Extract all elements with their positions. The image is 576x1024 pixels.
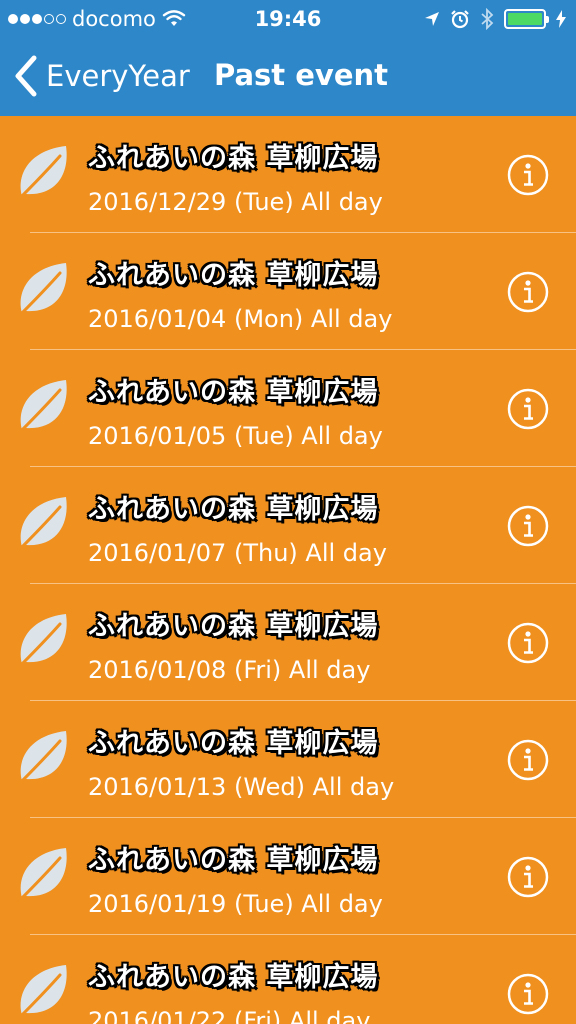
status-bar: docomo 19:46 <box>0 0 576 40</box>
leaf-icon <box>16 846 72 904</box>
bluetooth-icon <box>481 8 494 30</box>
event-list: ふれあいの森 草柳広場 2016/12/29 (Tue) All day ふれあいの… <box>0 116 576 1024</box>
event-title: ふれあいの森 草柳広場 <box>88 143 379 174</box>
chevron-left-icon <box>15 55 37 97</box>
page-title: Past event <box>214 58 389 92</box>
back-label: EveryYear <box>46 59 190 93</box>
event-list-row[interactable]: ふれあいの森 草柳広場 2016/01/04 (Mon) All day <box>0 233 576 350</box>
leaf-icon <box>16 729 72 787</box>
event-title: ふれあいの森 草柳広場 <box>88 845 379 876</box>
event-title: ふれあいの森 草柳広場 <box>88 260 379 291</box>
event-date: 2016/01/13 (Wed) All day <box>88 773 395 801</box>
event-date: 2016/01/07 (Thu) All day <box>88 539 387 567</box>
leaf-icon <box>16 612 72 670</box>
leaf-icon <box>16 963 72 1021</box>
info-icon[interactable] <box>507 505 549 547</box>
event-list-row[interactable]: ふれあいの森 草柳広場 2016/01/07 (Thu) All day <box>0 467 576 584</box>
event-list-row[interactable]: ふれあいの森 草柳広場 2016/01/13 (Wed) All day <box>0 701 576 818</box>
event-date: 2016/01/05 (Tue) All day <box>88 422 383 450</box>
info-icon[interactable] <box>507 856 549 898</box>
event-date: 2016/01/08 (Fri) All day <box>88 656 371 684</box>
location-arrow-icon <box>425 12 439 26</box>
status-right <box>424 8 566 30</box>
event-list-row[interactable]: ふれあいの森 草柳広場 2016/01/19 (Tue) All day <box>0 818 576 935</box>
leaf-icon <box>16 495 72 553</box>
event-date: 2016/01/04 (Mon) All day <box>88 305 393 333</box>
event-title: ふれあいの森 草柳広場 <box>88 728 379 759</box>
leaf-icon <box>16 261 72 319</box>
info-icon[interactable] <box>507 622 549 664</box>
event-title: ふれあいの森 草柳広場 <box>88 611 379 642</box>
info-icon[interactable] <box>507 271 549 313</box>
info-icon[interactable] <box>507 973 549 1015</box>
back-button[interactable]: EveryYear <box>12 54 190 98</box>
event-list-row[interactable]: ふれあいの森 草柳広場 2016/01/22 (Fri) All day <box>0 935 576 1024</box>
event-list-row[interactable]: ふれあいの森 草柳広場 2016/01/05 (Tue) All day <box>0 350 576 467</box>
event-title: ふれあいの森 草柳広場 <box>88 377 379 408</box>
battery-icon <box>504 9 549 29</box>
event-list-row[interactable]: ふれあいの森 草柳広場 2016/01/08 (Fri) All day <box>0 584 576 701</box>
event-date: 2016/12/29 (Tue) All day <box>88 188 383 216</box>
event-date: 2016/01/19 (Tue) All day <box>88 890 383 918</box>
navigation-bar: EveryYear Past event <box>0 40 576 116</box>
leaf-icon <box>16 378 72 436</box>
event-title: ふれあいの森 草柳広場 <box>88 494 379 525</box>
info-icon[interactable] <box>507 388 549 430</box>
alarm-clock-icon <box>451 10 469 29</box>
info-icon[interactable] <box>507 154 549 196</box>
event-date: 2016/01/22 (Fri) All day <box>88 1007 371 1024</box>
event-title: ふれあいの森 草柳広場 <box>88 962 379 993</box>
leaf-icon <box>16 144 72 202</box>
event-list-row[interactable]: ふれあいの森 草柳広場 2016/12/29 (Tue) All day <box>0 116 576 233</box>
charging-bolt-icon <box>556 10 566 28</box>
info-icon[interactable] <box>507 739 549 781</box>
